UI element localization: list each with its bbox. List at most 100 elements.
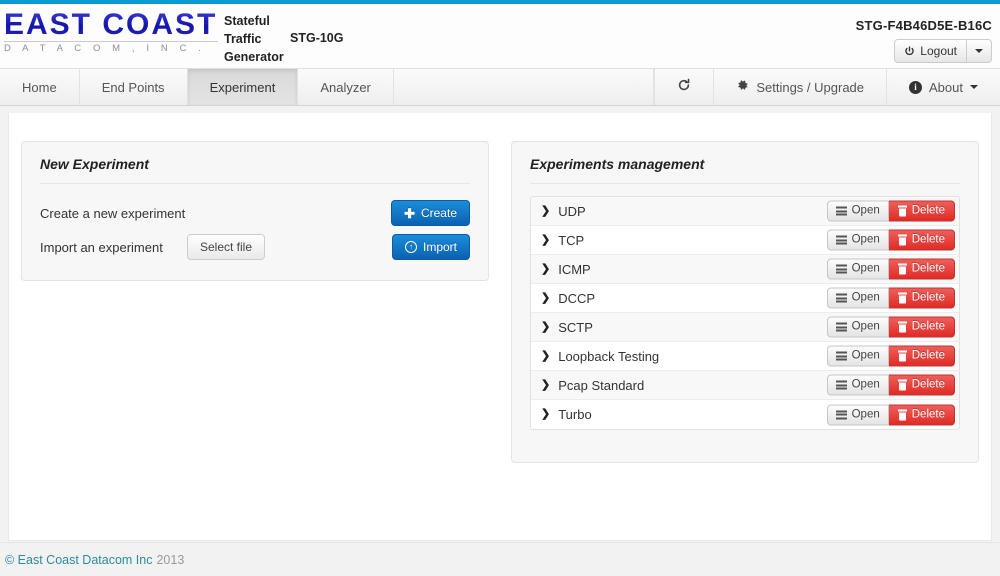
- product-title-line1: Stateful: [224, 12, 284, 30]
- about-menu[interactable]: i About: [886, 69, 1000, 105]
- delete-button-label: Delete: [912, 234, 945, 247]
- chevron-down-icon: [970, 85, 978, 89]
- experiment-row[interactable]: ❯ Loopback Testing Open Delete: [531, 342, 959, 371]
- content-container: New Experiment Create a new experiment ✚…: [8, 113, 992, 541]
- experiment-name: Pcap Standard: [558, 378, 644, 393]
- chevron-right-icon: ❯: [541, 235, 550, 246]
- delete-experiment-button[interactable]: Delete: [889, 259, 955, 280]
- experiment-name: ICMP: [558, 262, 591, 277]
- tab-end-points[interactable]: End Points: [80, 69, 188, 105]
- experiment-name: UDP: [558, 204, 585, 219]
- trash-icon: [898, 206, 907, 217]
- brand-logo[interactable]: EAST COAST D A T A C O M , I N C .: [4, 10, 220, 54]
- footer-copyright-link[interactable]: © East Coast Datacom Inc: [5, 553, 152, 567]
- open-button-label: Open: [852, 292, 880, 305]
- trash-icon: [898, 264, 907, 275]
- delete-experiment-button[interactable]: Delete: [889, 201, 955, 222]
- select-file-button[interactable]: Select file: [187, 234, 265, 260]
- power-icon: [904, 46, 915, 57]
- new-experiment-title: New Experiment: [40, 156, 470, 184]
- experiment-row-actions: Open Delete: [827, 288, 955, 309]
- list-icon: [836, 294, 847, 303]
- open-experiment-button[interactable]: Open: [827, 259, 889, 280]
- logo-divider: [4, 41, 218, 42]
- experiment-row[interactable]: ❯TurboOpenDelete: [531, 400, 959, 429]
- product-model: STG-10G: [290, 31, 344, 45]
- delete-experiment-button[interactable]: Delete: [889, 317, 955, 338]
- tab-analyzer[interactable]: Analyzer: [298, 69, 394, 105]
- delete-button-label: Delete: [912, 263, 945, 276]
- open-experiment-button[interactable]: Open: [827, 404, 889, 425]
- experiment-row[interactable]: ❯ TCP Open Delete: [531, 226, 959, 255]
- open-experiment-button[interactable]: Open: [827, 288, 889, 309]
- chevron-right-icon: ❯: [541, 206, 550, 217]
- product-title-line3: Generator: [224, 48, 284, 66]
- open-button-label: Open: [852, 408, 880, 421]
- product-title: Stateful Traffic Generator: [224, 12, 284, 66]
- experiment-row[interactable]: ❯ UDP Open Delete: [531, 197, 959, 226]
- open-button-label: Open: [852, 321, 880, 334]
- trash-icon: [898, 235, 907, 246]
- experiment-row[interactable]: ❯ DCCP Open Delete: [531, 284, 959, 313]
- experiment-name: DCCP: [558, 291, 595, 306]
- tab-experiment[interactable]: Experiment: [188, 69, 299, 105]
- import-button-label: Import: [423, 240, 457, 254]
- logo-tagline: D A T A C O M , I N C .: [4, 43, 220, 54]
- open-button-label: Open: [852, 379, 880, 392]
- experiment-name: TCP: [558, 233, 584, 248]
- delete-experiment-button[interactable]: Delete: [889, 288, 955, 309]
- logout-dropdown-toggle[interactable]: [967, 39, 992, 63]
- open-experiment-button[interactable]: Open: [827, 317, 889, 338]
- delete-experiment-button[interactable]: Delete: [889, 230, 955, 251]
- new-experiment-panel: New Experiment Create a new experiment ✚…: [21, 141, 489, 281]
- open-experiment-button[interactable]: Open: [827, 230, 889, 251]
- session-id: STG-F4B46D5E-B16C: [856, 18, 992, 33]
- create-experiment-row: Create a new experiment ✚ Create: [40, 196, 470, 230]
- experiment-row-actions: Open Delete: [827, 317, 955, 338]
- experiment-row[interactable]: ❯SCTPOpenDelete: [531, 313, 959, 342]
- delete-button-label: Delete: [912, 205, 945, 218]
- open-button-label: Open: [852, 234, 880, 247]
- experiment-row-actions: Open Delete: [827, 404, 955, 425]
- logout-button[interactable]: Logout: [894, 39, 967, 63]
- masthead: EAST COAST D A T A C O M , I N C . State…: [0, 4, 1000, 68]
- experiment-row[interactable]: ❯ICMPOpenDelete: [531, 255, 959, 284]
- settings-upgrade-button[interactable]: Settings / Upgrade: [713, 69, 886, 105]
- footer: © East Coast Datacom Inc 2013: [0, 542, 1000, 576]
- delete-button-label: Delete: [912, 292, 945, 305]
- chevron-right-icon: ❯: [541, 380, 550, 391]
- experiments-management-panel: Experiments management ❯UDPOpenDelete❯TC…: [511, 141, 979, 463]
- open-experiment-button[interactable]: Open: [827, 375, 889, 396]
- tab-home[interactable]: Home: [0, 69, 80, 105]
- logout-button-label: Logout: [920, 44, 957, 58]
- chevron-right-icon: ❯: [541, 351, 550, 362]
- create-button[interactable]: ✚ Create: [391, 200, 470, 226]
- open-button-label: Open: [852, 350, 880, 363]
- open-experiment-button[interactable]: Open: [827, 201, 889, 222]
- refresh-button[interactable]: [654, 69, 713, 105]
- create-experiment-label: Create a new experiment: [40, 206, 212, 221]
- trash-icon: [898, 293, 907, 304]
- delete-button-label: Delete: [912, 379, 945, 392]
- delete-experiment-button[interactable]: Delete: [889, 346, 955, 367]
- experiment-name: Loopback Testing: [558, 349, 659, 364]
- delete-experiment-button[interactable]: Delete: [889, 404, 955, 425]
- nav-utility-items: Settings / Upgrade i About: [654, 69, 1000, 105]
- open-experiment-button[interactable]: Open: [827, 346, 889, 367]
- list-icon: [836, 410, 847, 419]
- delete-button-label: Delete: [912, 408, 945, 421]
- product-title-line2: Traffic: [224, 30, 284, 48]
- tab-end-points-label: End Points: [102, 80, 165, 95]
- chevron-right-icon: ❯: [541, 293, 550, 304]
- experiment-row[interactable]: ❯ Pcap Standard Open Delete: [531, 371, 959, 400]
- import-button[interactable]: ↑ Import: [392, 234, 470, 260]
- experiment-name: Turbo: [558, 407, 591, 422]
- experiment-name: SCTP: [558, 320, 593, 335]
- tab-experiment-label: Experiment: [210, 80, 276, 95]
- experiment-row-actions: Open Delete: [827, 346, 955, 367]
- content-columns: New Experiment Create a new experiment ✚…: [9, 113, 991, 463]
- delete-experiment-button[interactable]: Delete: [889, 375, 955, 396]
- create-button-label: Create: [421, 206, 457, 220]
- list-icon: [836, 236, 847, 245]
- list-icon: [836, 323, 847, 332]
